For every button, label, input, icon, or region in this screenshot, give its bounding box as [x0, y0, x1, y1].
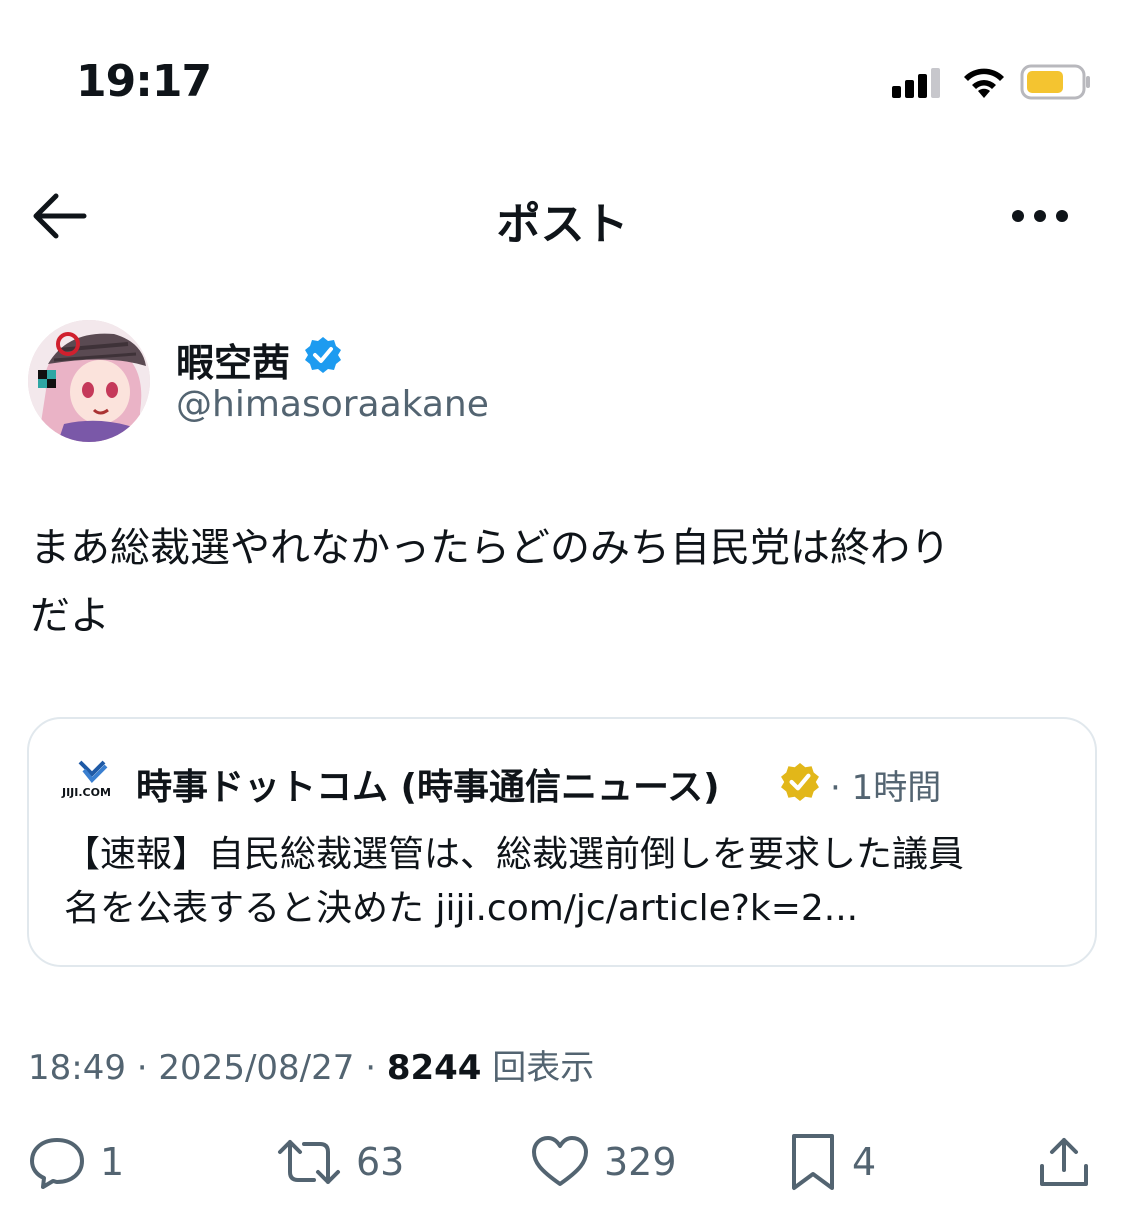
reply-count: 1 — [100, 1140, 125, 1184]
author-name[interactable]: 暇空茜 — [176, 332, 290, 387]
wifi-icon — [958, 64, 1010, 104]
post-date: 2025/08/27 — [158, 1048, 355, 1088]
quote-author-name: 時事ドットコム (時事通信ニュース) — [136, 767, 720, 808]
reply-icon — [30, 1138, 84, 1189]
verified-icon — [304, 336, 342, 378]
more-button[interactable] — [1010, 196, 1074, 236]
more-icon — [1012, 210, 1068, 222]
page-title: ポスト — [496, 199, 629, 250]
bookmark-icon — [792, 1134, 834, 1190]
quote-logo-text: JIJI.COM — [61, 786, 111, 799]
like-button[interactable]: 329 — [530, 1134, 677, 1190]
quote-text: 【速報】自民総裁選管は、総裁選前倒しを要求した議員 名を公表すると決めた jij… — [64, 828, 1064, 936]
share-icon — [1040, 1138, 1088, 1186]
separator: · — [136, 1048, 159, 1088]
retweet-icon — [278, 1140, 340, 1184]
share-button[interactable] — [1036, 1134, 1092, 1190]
post-text-line: まあ総裁選やれなかったらどのみち自民党は終わり — [30, 525, 950, 571]
post-text-line: だよ — [30, 593, 110, 639]
bookmark-button[interactable]: 4 — [788, 1134, 876, 1190]
views-label: 回表示 — [492, 1048, 595, 1088]
bookmark-count: 4 — [852, 1140, 877, 1184]
like-icon — [532, 1136, 588, 1186]
post-meta: 18:49 · 2025/08/27 · 8244 回表示 — [28, 1040, 594, 1089]
quote-text-line: 【速報】自民総裁選管は、総裁選前倒しを要求した議員 — [64, 834, 965, 875]
post-time: 18:49 — [28, 1048, 126, 1088]
reply-button[interactable]: 1 — [28, 1134, 124, 1190]
gold-verified-icon — [780, 762, 820, 806]
quote-text-line: 名を公表すると決めた jiji.com/jc/article?k=2... — [64, 888, 859, 929]
author-handle[interactable]: @himasoraakane — [176, 384, 489, 425]
retweet-button[interactable]: 63 — [276, 1134, 404, 1190]
like-count: 329 — [604, 1140, 677, 1184]
signal-icon — [892, 66, 944, 102]
battery-icon — [1020, 64, 1092, 106]
quote-time: · 1時間 — [830, 768, 942, 808]
quote-source-logo: JIJI.COM — [60, 758, 126, 804]
avatar[interactable] — [28, 320, 150, 442]
retweet-count: 63 — [356, 1140, 405, 1184]
separator: · — [365, 1048, 387, 1088]
status-time: 19:17 — [76, 56, 212, 107]
post-text: まあ総裁選やれなかったらどのみち自民党は終わり だよ — [30, 514, 1090, 650]
views-count[interactable]: 8244 — [387, 1048, 482, 1088]
